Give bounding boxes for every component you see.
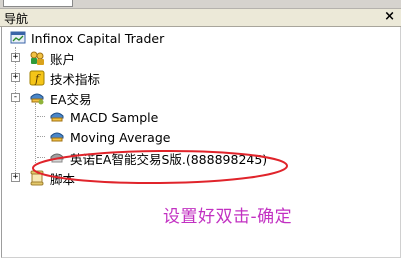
tree-item-label: Moving Average bbox=[70, 129, 171, 145]
toolbar-field[interactable] bbox=[3, 0, 73, 7]
navigator-title: 导航 bbox=[4, 12, 29, 26]
tree-line bbox=[37, 157, 45, 158]
tree-line bbox=[15, 47, 16, 179]
tree-item-label: 英诺EA智能交易S版.(888898245) bbox=[70, 151, 268, 167]
tree-root[interactable]: Infinox Capital Trader bbox=[10, 29, 164, 47]
collapse-toggle[interactable]: - bbox=[11, 93, 20, 102]
tree-item-scripts[interactable]: 脚本 bbox=[29, 169, 75, 187]
tree-root-label: Infinox Capital Trader bbox=[31, 30, 165, 46]
tree-item-label: 账户 bbox=[50, 51, 76, 67]
tree-item-macd-sample[interactable]: MACD Sample bbox=[49, 108, 158, 126]
tree-item-moving-average[interactable]: Moving Average bbox=[49, 128, 170, 146]
top-toolbar-strip bbox=[0, 0, 401, 9]
expand-toggle[interactable]: + bbox=[11, 53, 20, 62]
close-button[interactable]: × bbox=[384, 9, 395, 24]
tree-item-label: EA交易 bbox=[50, 91, 92, 107]
tree-item-custom-ea[interactable]: 英诺EA智能交易S版.(888898245) bbox=[49, 149, 267, 167]
tree-item-accounts[interactable]: 账户 bbox=[29, 49, 75, 67]
tree-item-label: 脚本 bbox=[50, 171, 76, 187]
tree-item-expert-advisors[interactable]: EA交易 bbox=[29, 89, 91, 107]
accounts-icon bbox=[29, 50, 45, 66]
expand-toggle[interactable]: + bbox=[11, 173, 20, 182]
expert-icon bbox=[49, 129, 65, 145]
annotation-text: 设置好双击-确定 bbox=[163, 207, 293, 227]
expand-toggle[interactable]: + bbox=[11, 73, 20, 82]
tree-line bbox=[37, 116, 45, 117]
trader-app-icon bbox=[10, 30, 26, 46]
expert-icon bbox=[49, 150, 65, 166]
indicator-icon: f bbox=[29, 70, 45, 86]
tree-line bbox=[35, 103, 36, 163]
navigator-titlebar: 导航 × bbox=[0, 9, 401, 27]
tree-item-label: MACD Sample bbox=[70, 109, 159, 125]
expert-advisor-icon bbox=[29, 90, 45, 106]
script-icon bbox=[29, 170, 45, 186]
tree-line bbox=[37, 136, 45, 137]
tree-item-label: 技术指标 bbox=[50, 71, 101, 87]
expert-icon bbox=[49, 109, 65, 125]
tree-item-indicators[interactable]: f 技术指标 bbox=[29, 69, 100, 87]
